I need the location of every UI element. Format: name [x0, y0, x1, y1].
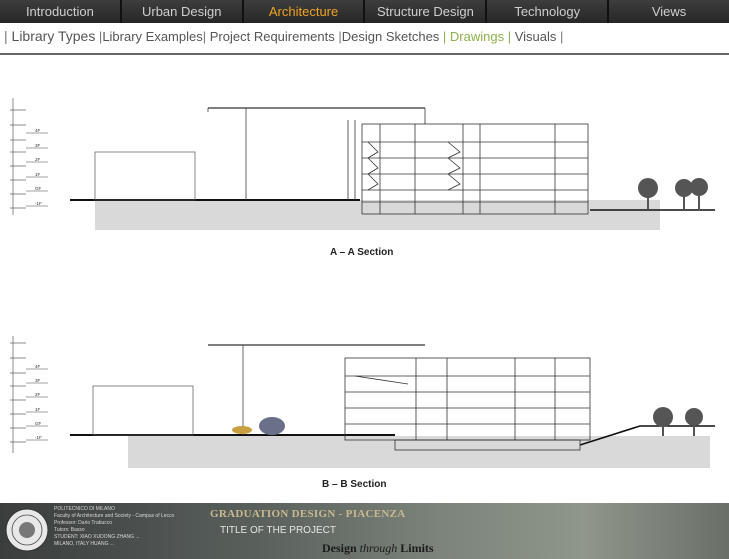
tab-technology[interactable]: Technology: [487, 0, 610, 23]
level-label: 1F: [35, 172, 41, 177]
breadcrumb: | Library Types |Library Examples| Proje…: [4, 28, 564, 44]
header-divider: [0, 53, 729, 55]
footer-banner: POLITECNICO DI MILANO Faculty of Archite…: [0, 503, 729, 559]
level-label: -1F: [35, 435, 42, 440]
top-navigation: Introduction Urban Design Architecture S…: [0, 0, 729, 23]
pavilion: [259, 417, 285, 435]
institution-info: POLITECNICO DI MILANO Faculty of Archite…: [54, 506, 175, 547]
tab-structure-design[interactable]: Structure Design: [365, 0, 488, 23]
level-label: 2F: [35, 157, 41, 162]
tab-urban-design[interactable]: Urban Design: [121, 0, 244, 23]
crumb-project-requirements[interactable]: Project Requirements: [210, 29, 335, 44]
section-a-drawing: 4F 3F 2F 1F GF -1F A – A Section: [0, 90, 729, 270]
tab-introduction[interactable]: Introduction: [0, 0, 122, 23]
level-label: 4F: [35, 364, 41, 369]
section-b-svg: 4F 3F 2F 1F GF -1F: [10, 336, 715, 468]
level-label: 2F: [35, 392, 41, 397]
neighbor-building: [92, 385, 194, 436]
trees: [638, 178, 708, 210]
sculpture: [232, 426, 252, 434]
crumb-visuals[interactable]: Visuals: [515, 29, 557, 44]
crumb-library-types[interactable]: Library Types: [12, 28, 96, 44]
level-label: 4F: [35, 128, 41, 133]
project-title: TITLE OF THE PROJECT: [220, 525, 336, 536]
level-label: -1F: [35, 201, 42, 206]
level-label: GF: [35, 186, 42, 191]
motto: Design through Limits: [322, 541, 434, 555]
level-label: GF: [35, 421, 42, 426]
tab-architecture[interactable]: Architecture: [243, 0, 366, 23]
graduation-design-title: GRADUATION DESIGN - PIACENZA: [210, 508, 406, 520]
trees: [653, 407, 703, 436]
section-b-caption: B – B Section: [322, 479, 387, 490]
level-label: 3F: [35, 143, 41, 148]
neighbor-building: [94, 151, 196, 201]
ground-hatch: [128, 436, 710, 468]
level-label: 1F: [35, 407, 41, 412]
level-label: 3F: [35, 378, 41, 383]
section-a-svg: 4F 3F 2F 1F GF -1F: [10, 98, 715, 230]
ground-hatch: [95, 200, 660, 230]
crumb-design-sketches[interactable]: Design Sketches: [342, 29, 440, 44]
crumb-library-examples[interactable]: Library Examples: [102, 29, 202, 44]
section-b-drawing: 4F 3F 2F 1F GF -1F B – B Section: [0, 328, 729, 498]
university-seal-logo: [5, 508, 49, 552]
tab-views[interactable]: Views: [609, 0, 729, 23]
crumb-drawings[interactable]: Drawings: [450, 29, 504, 44]
section-a-caption: A – A Section: [330, 247, 394, 258]
main-building: [347, 120, 589, 215]
